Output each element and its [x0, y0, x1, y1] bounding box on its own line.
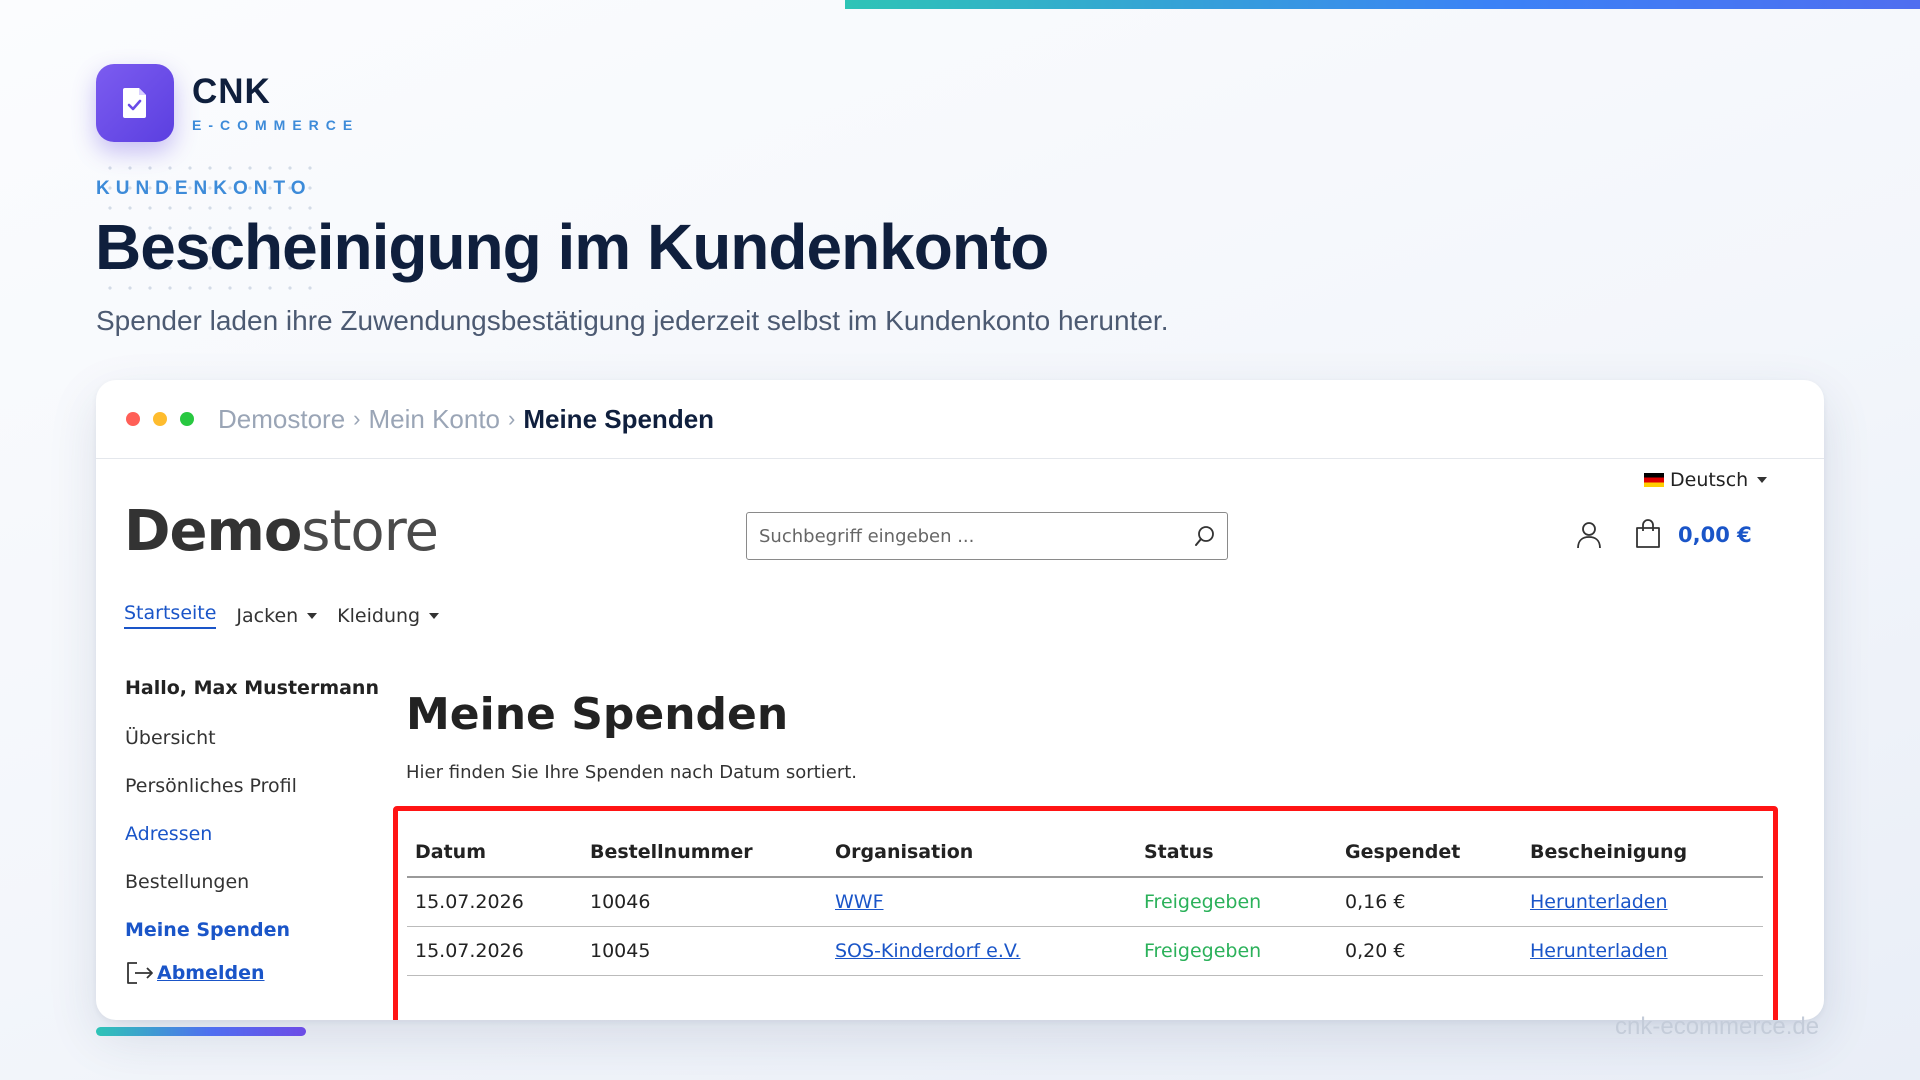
table-row: 15.07.2026 10046 WWF Freigegeben 0,16 € … [407, 877, 1763, 927]
table-row: 15.07.2026 10045 SOS-Kinderdorf e.V. Fre… [407, 926, 1763, 976]
maximize-dot-icon[interactable] [180, 412, 194, 426]
cell-status: Freigegeben [1136, 877, 1337, 927]
logout-label[interactable]: Abmelden [157, 962, 265, 984]
table-header-row: Datum Bestellnummer Organisation Status … [407, 827, 1763, 878]
organisation-link[interactable]: WWF [835, 891, 884, 913]
store-logo-light: store [301, 499, 439, 564]
german-flag-icon [1644, 473, 1664, 487]
browser-window: Demostore › Mein Konto › Meine Spenden D… [96, 380, 1824, 1020]
column-header-datum: Datum [407, 827, 582, 878]
search-icon[interactable] [1183, 514, 1227, 558]
breadcrumb-item-demostore[interactable]: Demostore [218, 404, 345, 435]
column-header-bestellnummer: Bestellnummer [582, 827, 827, 878]
browser-titlebar: Demostore › Mein Konto › Meine Spenden [96, 380, 1824, 459]
brand-name: CNK [192, 71, 271, 111]
breadcrumb-item-current: Meine Spenden [523, 403, 715, 434]
cell-datum: 15.07.2026 [407, 926, 582, 976]
cell-status: Freigegeben [1136, 926, 1337, 976]
store-logo[interactable]: Demostore [124, 499, 439, 564]
sidebar-item-bestellungen[interactable]: Bestellungen [125, 871, 379, 919]
download-link[interactable]: Herunterladen [1530, 891, 1668, 913]
chevron-down-icon [429, 612, 440, 619]
column-header-gespendet: Gespendet [1337, 827, 1522, 878]
cell-bestellnummer: 10046 [582, 877, 827, 927]
brand-subtitle: E-COMMERCE [192, 116, 360, 133]
cell-gespendet: 0,20 € [1337, 926, 1522, 976]
eyebrow-label: KUNDENKONTO [96, 178, 312, 199]
account-icon[interactable] [1576, 521, 1602, 553]
column-header-status: Status [1136, 827, 1337, 878]
cart-total[interactable]: 0,00 € [1678, 523, 1752, 547]
cell-bescheinigung: Herunterladen [1522, 926, 1763, 976]
organisation-link[interactable]: SOS-Kinderdorf e.V. [835, 940, 1020, 962]
nav-item-label: Jacken [236, 604, 299, 627]
sidebar-item-profil[interactable]: Persönliches Profil [125, 775, 379, 823]
chevron-down-icon [307, 612, 318, 619]
sidebar-item-uebersicht[interactable]: Übersicht [125, 727, 379, 775]
breadcrumb-separator: › [508, 406, 516, 431]
cell-datum: 15.07.2026 [407, 877, 582, 927]
breadcrumb-separator: › [353, 406, 361, 431]
cell-gespendet: 0,16 € [1337, 877, 1522, 927]
store-page: Deutsch Demostore Suchbegriff eingeben .… [96, 459, 1824, 1020]
nav-item-label: Kleidung [337, 604, 421, 627]
column-header-organisation: Organisation [827, 827, 1136, 878]
brand: CNK E-COMMERCE [96, 64, 359, 142]
page-title: Bescheinigung im Kundenkonto [95, 211, 1049, 283]
brand-logo-icon [96, 64, 174, 142]
language-label: Deutsch [1670, 469, 1749, 491]
breadcrumb-item-mein-konto[interactable]: Mein Konto [368, 404, 500, 435]
account-sidebar: Hallo, Max Mustermann Übersicht Persönli… [125, 677, 379, 986]
cell-bescheinigung: Herunterladen [1522, 877, 1763, 927]
top-accent-bar [845, 0, 1920, 9]
cart-icon[interactable] [1634, 519, 1662, 553]
nav-item-kleidung[interactable]: Kleidung [337, 604, 440, 627]
donations-table: Datum Bestellnummer Organisation Status … [407, 827, 1763, 976]
nav-item-startseite[interactable]: Startseite [124, 602, 217, 629]
cell-organisation: WWF [827, 877, 1136, 927]
nav-item-jacken[interactable]: Jacken [236, 604, 318, 627]
breadcrumb: Demostore › Mein Konto › Meine Spenden [218, 404, 714, 435]
content-title: Meine Spenden [406, 689, 789, 740]
search-input[interactable] [747, 513, 1183, 559]
main-nav: Startseite Jacken Kleidung [124, 602, 459, 629]
main-content: Meine Spenden Hier finden Sie Ihre Spend… [406, 689, 857, 783]
sidebar-item-adressen[interactable]: Adressen [125, 823, 379, 871]
store-logo-bold: Demo [124, 499, 302, 564]
page-subtitle: Spender laden ihre Zuwendungsbestätigung… [96, 305, 1169, 336]
watermark: cnk-ecommerce.de [1615, 1013, 1820, 1040]
cell-organisation: SOS-Kinderdorf e.V. [827, 926, 1136, 976]
cell-bestellnummer: 10045 [582, 926, 827, 976]
greeting: Hallo, Max Mustermann [125, 677, 379, 699]
close-dot-icon[interactable] [126, 412, 140, 426]
language-selector[interactable]: Deutsch [1644, 469, 1768, 491]
column-header-bescheinigung: Bescheinigung [1522, 827, 1763, 878]
content-intro: Hier finden Sie Ihre Spenden nach Datum … [406, 762, 857, 783]
logout-link[interactable]: Abmelden [125, 960, 379, 986]
logout-icon [127, 962, 153, 984]
search-bar [746, 512, 1228, 560]
chevron-down-icon [1757, 477, 1768, 483]
window-controls [126, 412, 194, 426]
download-link[interactable]: Herunterladen [1530, 940, 1668, 962]
bottom-accent-bar [96, 1027, 306, 1036]
minimize-dot-icon[interactable] [153, 412, 167, 426]
